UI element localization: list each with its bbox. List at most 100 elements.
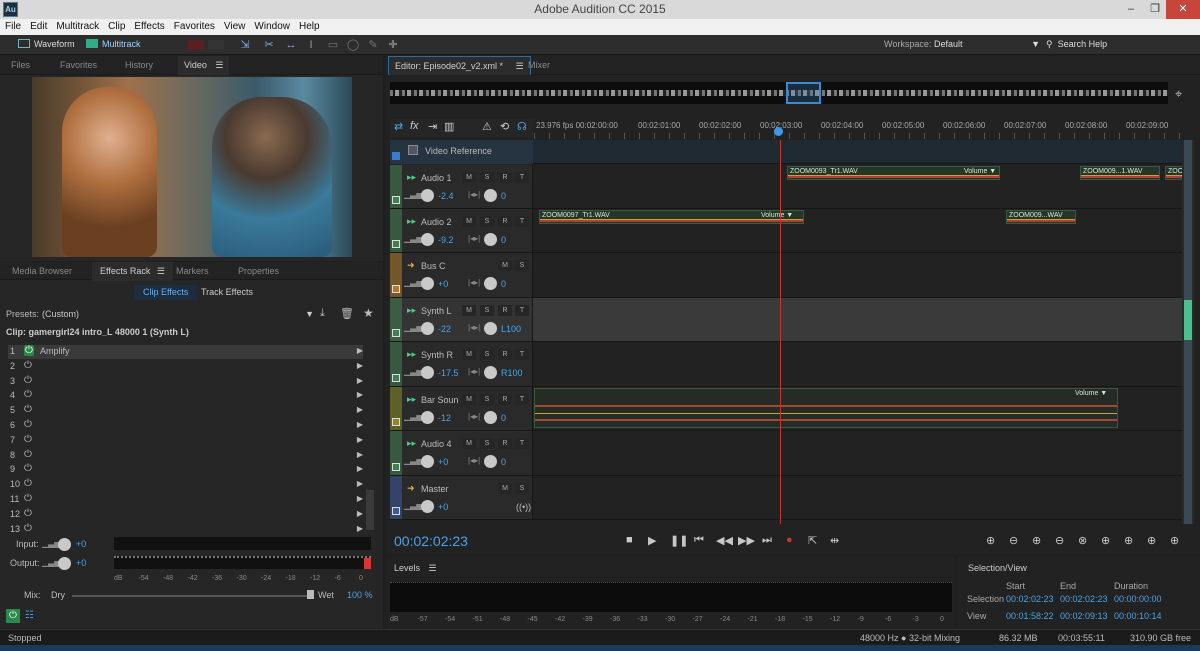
pan-knob[interactable] bbox=[484, 322, 497, 335]
power-icon[interactable]: ⏻ bbox=[24, 449, 32, 460]
zoom-in-right-icon[interactable]: ⊕ bbox=[1124, 534, 1133, 547]
record-icon[interactable]: ● bbox=[786, 534, 793, 546]
track-select-box[interactable] bbox=[392, 463, 400, 471]
inputs-outputs-icon[interactable]: ⇄ bbox=[394, 120, 403, 133]
sync-icon[interactable]: ⟲ bbox=[500, 120, 509, 133]
track-synth-r[interactable]: ▸▸ Synth R M S R T ▁▃▅ -17.5 |◂▸| R100 bbox=[390, 342, 1182, 387]
tab-files[interactable]: Files bbox=[11, 56, 30, 75]
monitor-input-button[interactable]: T bbox=[515, 349, 529, 360]
chevron-right-icon[interactable]: ▶ bbox=[357, 420, 363, 429]
track-select-box[interactable] bbox=[392, 418, 400, 426]
chevron-right-icon[interactable]: ▶ bbox=[357, 376, 363, 385]
mute-button[interactable]: M bbox=[498, 483, 512, 494]
restore-button[interactable]: ❐ bbox=[1141, 0, 1169, 19]
rack-slot[interactable]: 4 ⏻ ▶ bbox=[8, 389, 363, 403]
eq-icon[interactable]: ▥ bbox=[444, 120, 454, 133]
power-icon[interactable]: ⏻ bbox=[24, 508, 32, 519]
track-name[interactable]: Bar Soun bbox=[421, 395, 459, 405]
monitor-input-button[interactable]: T bbox=[515, 394, 529, 405]
move-to-next-icon[interactable]: ⏭ bbox=[762, 534, 772, 547]
record-arm-button[interactable]: R bbox=[498, 305, 512, 316]
track-name[interactable]: Bus C bbox=[421, 261, 446, 271]
menu-clip[interactable]: Clip bbox=[103, 19, 129, 32]
power-icon[interactable]: ⏻ bbox=[24, 493, 32, 504]
track-name[interactable]: Synth R bbox=[421, 350, 453, 360]
rack-slot[interactable]: 13 ⏻ ▶ bbox=[8, 523, 363, 537]
rack-slot[interactable]: 1 ⏻ Amplify ▶ bbox=[8, 345, 363, 359]
tab-mixer[interactable]: Mixer bbox=[528, 56, 550, 75]
fast-forward-icon[interactable]: ▶▶ bbox=[738, 534, 755, 547]
multitrack-view-button[interactable]: Multitrack bbox=[86, 37, 141, 52]
mute-button[interactable]: M bbox=[462, 438, 476, 449]
track-select-box[interactable] bbox=[392, 240, 400, 248]
mute-button[interactable]: M bbox=[462, 349, 476, 360]
pan-value[interactable]: L100 bbox=[501, 324, 521, 334]
selection-end-value[interactable]: 00:02:02:23 bbox=[1060, 594, 1108, 604]
track-select-box[interactable] bbox=[392, 374, 400, 382]
mix-percent[interactable]: 100 % bbox=[347, 590, 373, 600]
solo-button[interactable]: S bbox=[480, 305, 494, 316]
pan-value[interactable]: 0 bbox=[501, 457, 506, 467]
record-arm-button[interactable]: R bbox=[498, 438, 512, 449]
track-name[interactable]: Audio 4 bbox=[421, 439, 452, 449]
rack-slot[interactable]: 9 ⏻ ▶ bbox=[8, 463, 363, 477]
audio-clip[interactable]: ZOOM bbox=[1165, 166, 1183, 180]
current-timecode[interactable]: 00:02:02:23 bbox=[394, 533, 468, 549]
volume-knob[interactable] bbox=[421, 277, 434, 290]
chevron-right-icon[interactable]: ▶ bbox=[357, 361, 363, 370]
audio-clip[interactable]: ZOOM009...WAV bbox=[1006, 210, 1076, 224]
chevron-right-icon[interactable]: ▶ bbox=[357, 509, 363, 518]
power-icon[interactable]: ⏻ bbox=[6, 609, 20, 623]
pan-value[interactable]: 0 bbox=[501, 235, 506, 245]
tab-markers[interactable]: Markers bbox=[176, 262, 209, 281]
rack-slot[interactable]: 6 ⏻ ▶ bbox=[8, 419, 363, 433]
track-name[interactable]: Synth L bbox=[421, 306, 452, 316]
stereo-output-icon[interactable]: ((•)) bbox=[516, 502, 531, 512]
pan-knob[interactable] bbox=[484, 366, 497, 379]
solo-button[interactable]: S bbox=[480, 216, 494, 227]
audio-clip[interactable]: ZOOM009...1.WAV bbox=[1080, 166, 1160, 180]
skip-selection-icon[interactable]: ⇹ bbox=[830, 534, 839, 547]
pan-value[interactable]: 0 bbox=[501, 413, 506, 423]
pan-knob[interactable] bbox=[484, 189, 497, 202]
playhead-handle[interactable] bbox=[774, 127, 783, 136]
favorite-star-icon[interactable]: ★ bbox=[363, 306, 374, 320]
chevron-right-icon[interactable]: ▶ bbox=[357, 390, 363, 399]
move-tool-icon[interactable]: ⇲ bbox=[238, 38, 252, 52]
audio-clip[interactable]: Volume ▼ bbox=[534, 388, 1118, 428]
volume-value[interactable]: -9.2 bbox=[438, 235, 454, 245]
chevron-right-icon[interactable]: ▶ bbox=[357, 346, 363, 355]
zoom-out-time-icon[interactable]: ⊖ bbox=[1055, 534, 1064, 547]
view-end-value[interactable]: 00:02:09:13 bbox=[1060, 611, 1108, 621]
volume-knob[interactable] bbox=[421, 500, 434, 513]
power-icon[interactable]: ⏻ bbox=[24, 360, 32, 371]
rack-slot[interactable]: 12 ⏻ ▶ bbox=[8, 508, 363, 522]
rack-slot[interactable]: 2 ⏻ ▶ bbox=[8, 360, 363, 374]
solo-button[interactable]: S bbox=[480, 394, 494, 405]
audio-clip[interactable]: ZOOM0093_Tr1.WAV Volume ▼ bbox=[787, 166, 1000, 180]
clip-volume-menu[interactable]: Volume ▼ bbox=[1075, 390, 1107, 397]
menu-view[interactable]: View bbox=[219, 19, 250, 32]
track-master[interactable]: ➜ Master M S ▁▃▅ +0 ((•)) bbox=[390, 476, 1182, 520]
search-help[interactable]: ⚲ Search Help bbox=[1046, 37, 1107, 52]
power-icon[interactable]: ⏻ bbox=[24, 419, 32, 430]
monitor-input-button[interactable]: T bbox=[515, 172, 529, 183]
mix-slider-handle[interactable] bbox=[307, 590, 314, 599]
rack-slot[interactable]: 10 ⏻ ▶ bbox=[8, 478, 363, 492]
spectral-pitch-icon[interactable] bbox=[208, 40, 224, 50]
rewind-icon[interactable]: ◀◀ bbox=[716, 534, 733, 547]
power-icon[interactable]: ⏻ bbox=[24, 375, 32, 386]
menu-multitrack[interactable]: Multitrack bbox=[51, 19, 103, 32]
time-ruler[interactable]: 23.976 fps 00:02:00:00 00:02:01:00 00:02:… bbox=[534, 121, 1184, 139]
solo-button[interactable]: S bbox=[515, 260, 529, 271]
tab-editor[interactable]: Editor: Episode02_v2.xml * ☰ bbox=[388, 56, 531, 75]
solo-button[interactable]: S bbox=[515, 483, 529, 494]
view-duration-value[interactable]: 00:00:10:14 bbox=[1114, 611, 1162, 621]
volume-knob[interactable] bbox=[421, 189, 434, 202]
menu-window[interactable]: Window bbox=[249, 19, 294, 32]
menu-favorites[interactable]: Favorites bbox=[169, 19, 219, 32]
chevron-right-icon[interactable]: ▶ bbox=[357, 464, 363, 473]
tab-properties[interactable]: Properties bbox=[238, 262, 279, 281]
solo-button[interactable]: S bbox=[480, 438, 494, 449]
move-to-previous-icon[interactable]: ⏮ bbox=[694, 534, 704, 547]
